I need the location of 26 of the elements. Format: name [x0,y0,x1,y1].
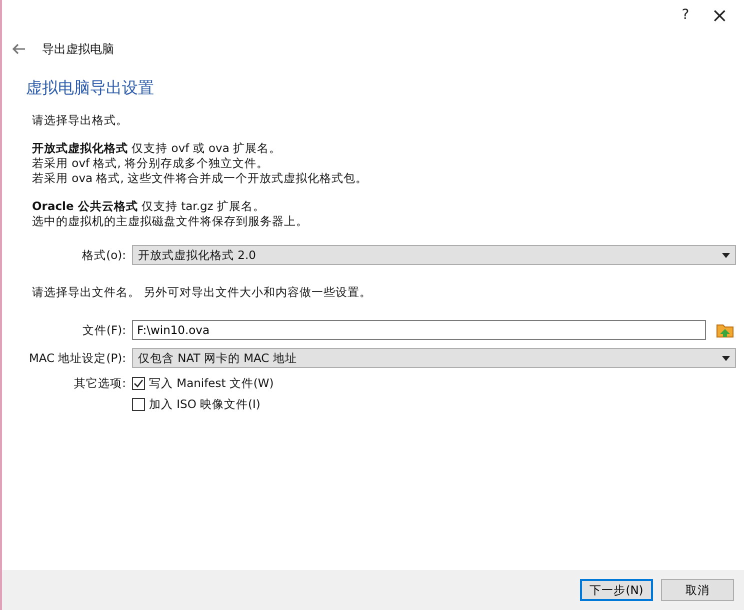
description-text: 若采用 ovf 格式, 将分别存成多个独立文件。 [32,156,270,171]
description-text: Oracle 公共云格式 仅支持 tar.gz 扩展名。 [32,199,266,214]
checkbox[interactable] [132,398,145,411]
description-text: 开放式虚拟化格式 仅支持 ovf 或 ova 扩展名。 [32,141,282,156]
file-path-field[interactable]: F:\win10.ova [132,320,706,340]
page-heading: 虚拟电脑导出设置 [26,78,155,99]
mac-label: MAC 地址设定(P): [28,350,126,366]
description-text: 选中的虚拟机的主虚拟磁盘文件将保存到服务器上。 [32,214,309,229]
checkbox-label: 写入 Manifest 文件(W) [149,376,274,391]
format-label: 格式(o): [81,248,126,262]
format-dropdown[interactable]: 开放式虚拟化格式 2.0 [132,245,736,265]
checkbox-label: 加入 ISO 映像文件(I) [149,397,260,412]
back-arrow-icon[interactable] [12,43,26,55]
wizard-title: 导出虚拟电脑 [42,40,114,58]
options-label: 其它选项: [73,376,126,391]
help-button[interactable]: ? [682,7,690,23]
close-button[interactable]: × [711,3,728,27]
file-hint-text: 请选择导出文件名。 另外可对导出文件大小和内容做一些设置。 [32,285,373,300]
checkbox[interactable] [132,377,145,390]
intro-text: 请选择导出格式。 [32,113,129,128]
dialog-button[interactable]: 取消 [661,579,734,601]
mac-policy-dropdown[interactable]: 仅包含 NAT 网卡的 MAC 地址 [132,348,736,368]
file-label: 文件(F): [82,322,126,338]
dialog-button[interactable]: 下一步(N) [580,579,653,601]
folder-icon[interactable] [716,322,734,338]
description-text: 若采用 ova 格式, 这些文件将合并成一个开放式虚拟化格式包。 [32,171,369,186]
